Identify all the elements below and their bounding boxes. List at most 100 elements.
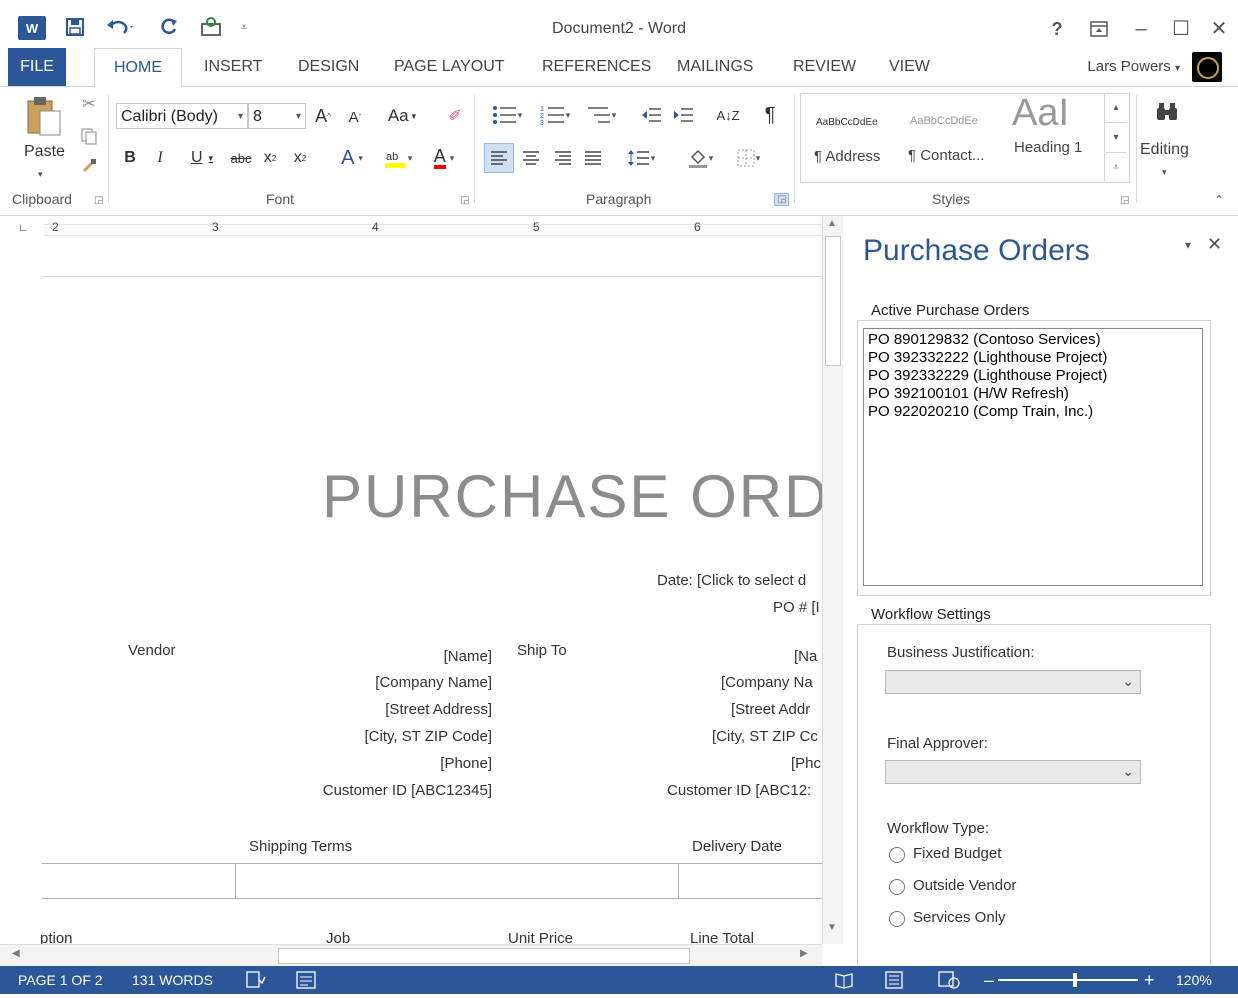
horizontal-scrollbar[interactable]: ◀ ▶ (0, 944, 822, 967)
align-center-icon[interactable] (518, 143, 544, 173)
po-number-field[interactable]: PO # [I (773, 599, 820, 616)
borders-icon[interactable]: ▾ (726, 143, 770, 173)
style-heading-1[interactable]: AaI Heading 1 (1006, 92, 1102, 181)
word-count[interactable]: 131 WORDS (132, 966, 213, 994)
shrink-font-icon[interactable]: Aˇ (344, 105, 366, 129)
paste-icon[interactable] (22, 95, 66, 139)
radio-label[interactable]: Services Only (913, 909, 1006, 926)
copy-icon[interactable] (78, 125, 100, 147)
numbering-icon[interactable]: 1 2 3 ▾ (534, 101, 576, 129)
italic-icon[interactable]: I (150, 145, 170, 171)
strikethrough-icon[interactable]: abc (228, 145, 254, 171)
shading-icon[interactable]: ▾ (678, 143, 722, 173)
vertical-scroll-thumb[interactable] (825, 236, 841, 366)
help-button[interactable]: ? (1040, 14, 1074, 44)
multilevel-list-icon[interactable]: ▾ (580, 101, 622, 129)
maximize-button[interactable]: ☐ (1164, 14, 1198, 44)
binoculars-icon[interactable] (1150, 97, 1184, 127)
vertical-scrollbar[interactable]: ▲ ▼ (822, 216, 843, 944)
subscript-icon[interactable]: x2 (260, 145, 280, 171)
scroll-down-icon[interactable]: ▼ (827, 922, 837, 933)
ship-name-field[interactable]: [Na (794, 648, 817, 665)
text-effects-icon[interactable]: A ▾ (332, 145, 372, 171)
minimize-button[interactable]: – (1124, 14, 1158, 44)
read-mode-icon[interactable] (834, 966, 854, 994)
pane-options-icon[interactable]: ▾ (1185, 238, 1191, 252)
zoom-slider-thumb[interactable] (1073, 973, 1077, 987)
cut-icon[interactable]: ✂ (78, 93, 100, 115)
increase-indent-icon[interactable] (670, 101, 696, 129)
gallery-down-icon[interactable]: ▾ (1105, 122, 1127, 152)
vendor-city-field[interactable]: [City, ST ZIP Code] (200, 728, 492, 745)
style-address[interactable]: AaBbCcDdEe ¶ Address (808, 97, 898, 181)
tab-insert[interactable]: INSERT (192, 48, 274, 86)
justify-icon[interactable] (580, 143, 606, 173)
clear-formatting-icon[interactable]: ✐ (442, 103, 468, 129)
paste-label[interactable]: Paste (24, 143, 65, 161)
font-launcher-icon[interactable]: ◲ (460, 195, 469, 206)
ship-street-field[interactable]: [Street Addr (731, 701, 810, 718)
paste-dropdown-icon[interactable]: ▾ (38, 169, 43, 180)
gallery-up-icon[interactable]: ▴ (1105, 93, 1127, 122)
zoom-out-icon[interactable]: – (984, 966, 994, 994)
horizontal-scroll-thumb[interactable] (278, 948, 690, 964)
radio-label[interactable]: Outside Vendor (913, 877, 1016, 894)
tab-design[interactable]: DESIGN (286, 48, 371, 86)
radio-outside-vendor[interactable] (889, 879, 905, 895)
format-painter-icon[interactable] (78, 155, 100, 177)
vendor-customer-id-field[interactable]: Customer ID [ABC12345] (200, 782, 492, 799)
tab-selector-icon[interactable]: ∟ (18, 222, 29, 234)
editing-button[interactable]: Editing (1140, 141, 1189, 159)
clipboard-launcher-icon[interactable]: ◲ (94, 195, 103, 206)
ship-company-field[interactable]: [Company Na (721, 674, 813, 691)
paragraph-launcher-icon[interactable]: ◲ (774, 193, 790, 206)
ribbon-display-options-button[interactable] (1082, 14, 1116, 44)
font-size-box[interactable]: 8 ▾ (248, 103, 306, 129)
page-count[interactable]: PAGE 1 OF 2 (18, 966, 103, 994)
close-button[interactable]: ✕ (1202, 14, 1236, 44)
zoom-level[interactable]: 120% (1176, 966, 1212, 994)
superscript-icon[interactable]: x2 (290, 145, 310, 171)
tab-view[interactable]: VIEW (877, 48, 942, 86)
styles-gallery-scroll[interactable]: ▴ ▾ ⩡ (1104, 93, 1127, 181)
vendor-street-field[interactable]: [Street Address] (200, 701, 492, 718)
final-approver-select[interactable]: ⌄ (885, 760, 1141, 784)
list-item[interactable]: PO 392332229 (Lighthouse Project) (868, 367, 1198, 385)
list-item[interactable]: PO 392100101 (H/W Refresh) (868, 385, 1198, 403)
ruler-track[interactable] (44, 224, 822, 236)
highlight-color-icon[interactable]: ab ▾ (378, 145, 418, 171)
tab-review[interactable]: REVIEW (781, 48, 868, 86)
list-item[interactable]: PO 392332222 (Lighthouse Project) (868, 349, 1198, 367)
styles-launcher-icon[interactable]: ◲ (1120, 195, 1129, 206)
change-case-button[interactable]: Aa ▾ (382, 103, 422, 129)
document-page[interactable]: PURCHASE ORDEI Date: [Click to select d … (0, 240, 822, 946)
business-justification-select[interactable]: ⌄ (885, 670, 1141, 694)
scroll-up-icon[interactable]: ▲ (827, 218, 837, 229)
vendor-phone-field[interactable]: [Phone] (200, 755, 492, 772)
macro-recording-icon[interactable] (296, 966, 316, 994)
align-left-icon[interactable] (484, 143, 514, 173)
tab-page-layout[interactable]: PAGE LAYOUT (382, 48, 517, 86)
radio-label[interactable]: Fixed Budget (913, 845, 1001, 862)
web-layout-icon[interactable] (938, 966, 960, 994)
sort-icon[interactable]: A↓Z (714, 101, 742, 129)
show-formatting-marks-icon[interactable]: ¶ (756, 101, 784, 129)
user-name[interactable]: Lars Powers ▾ (1087, 48, 1180, 86)
radio-services-only[interactable] (889, 911, 905, 927)
tab-mailings[interactable]: MAILINGS (665, 48, 765, 86)
font-family-box[interactable]: Calibri (Body) ▾ (116, 103, 248, 129)
grow-font-icon[interactable]: A ^ (312, 103, 334, 129)
style-contact[interactable]: AaBbCcDdEe ¶ Contact... (902, 97, 998, 181)
proofing-icon[interactable] (246, 966, 266, 994)
underline-icon[interactable]: U ▾ (182, 145, 222, 171)
tab-home[interactable]: HOME (94, 48, 182, 88)
tab-file[interactable]: FILE (8, 48, 66, 86)
list-item[interactable]: PO 890129832 (Contoso Services) (868, 331, 1198, 349)
scroll-right-icon[interactable]: ▶ (800, 948, 808, 959)
gallery-more-icon[interactable]: ⩡ (1105, 152, 1127, 182)
collapse-ribbon-icon[interactable]: ⌃ (1214, 193, 1224, 207)
vendor-company-field[interactable]: [Company Name] (200, 674, 492, 691)
decrease-indent-icon[interactable] (638, 101, 664, 129)
line-spacing-icon[interactable]: ▾ (620, 143, 662, 173)
editing-dropdown-icon[interactable]: ▾ (1162, 167, 1167, 178)
